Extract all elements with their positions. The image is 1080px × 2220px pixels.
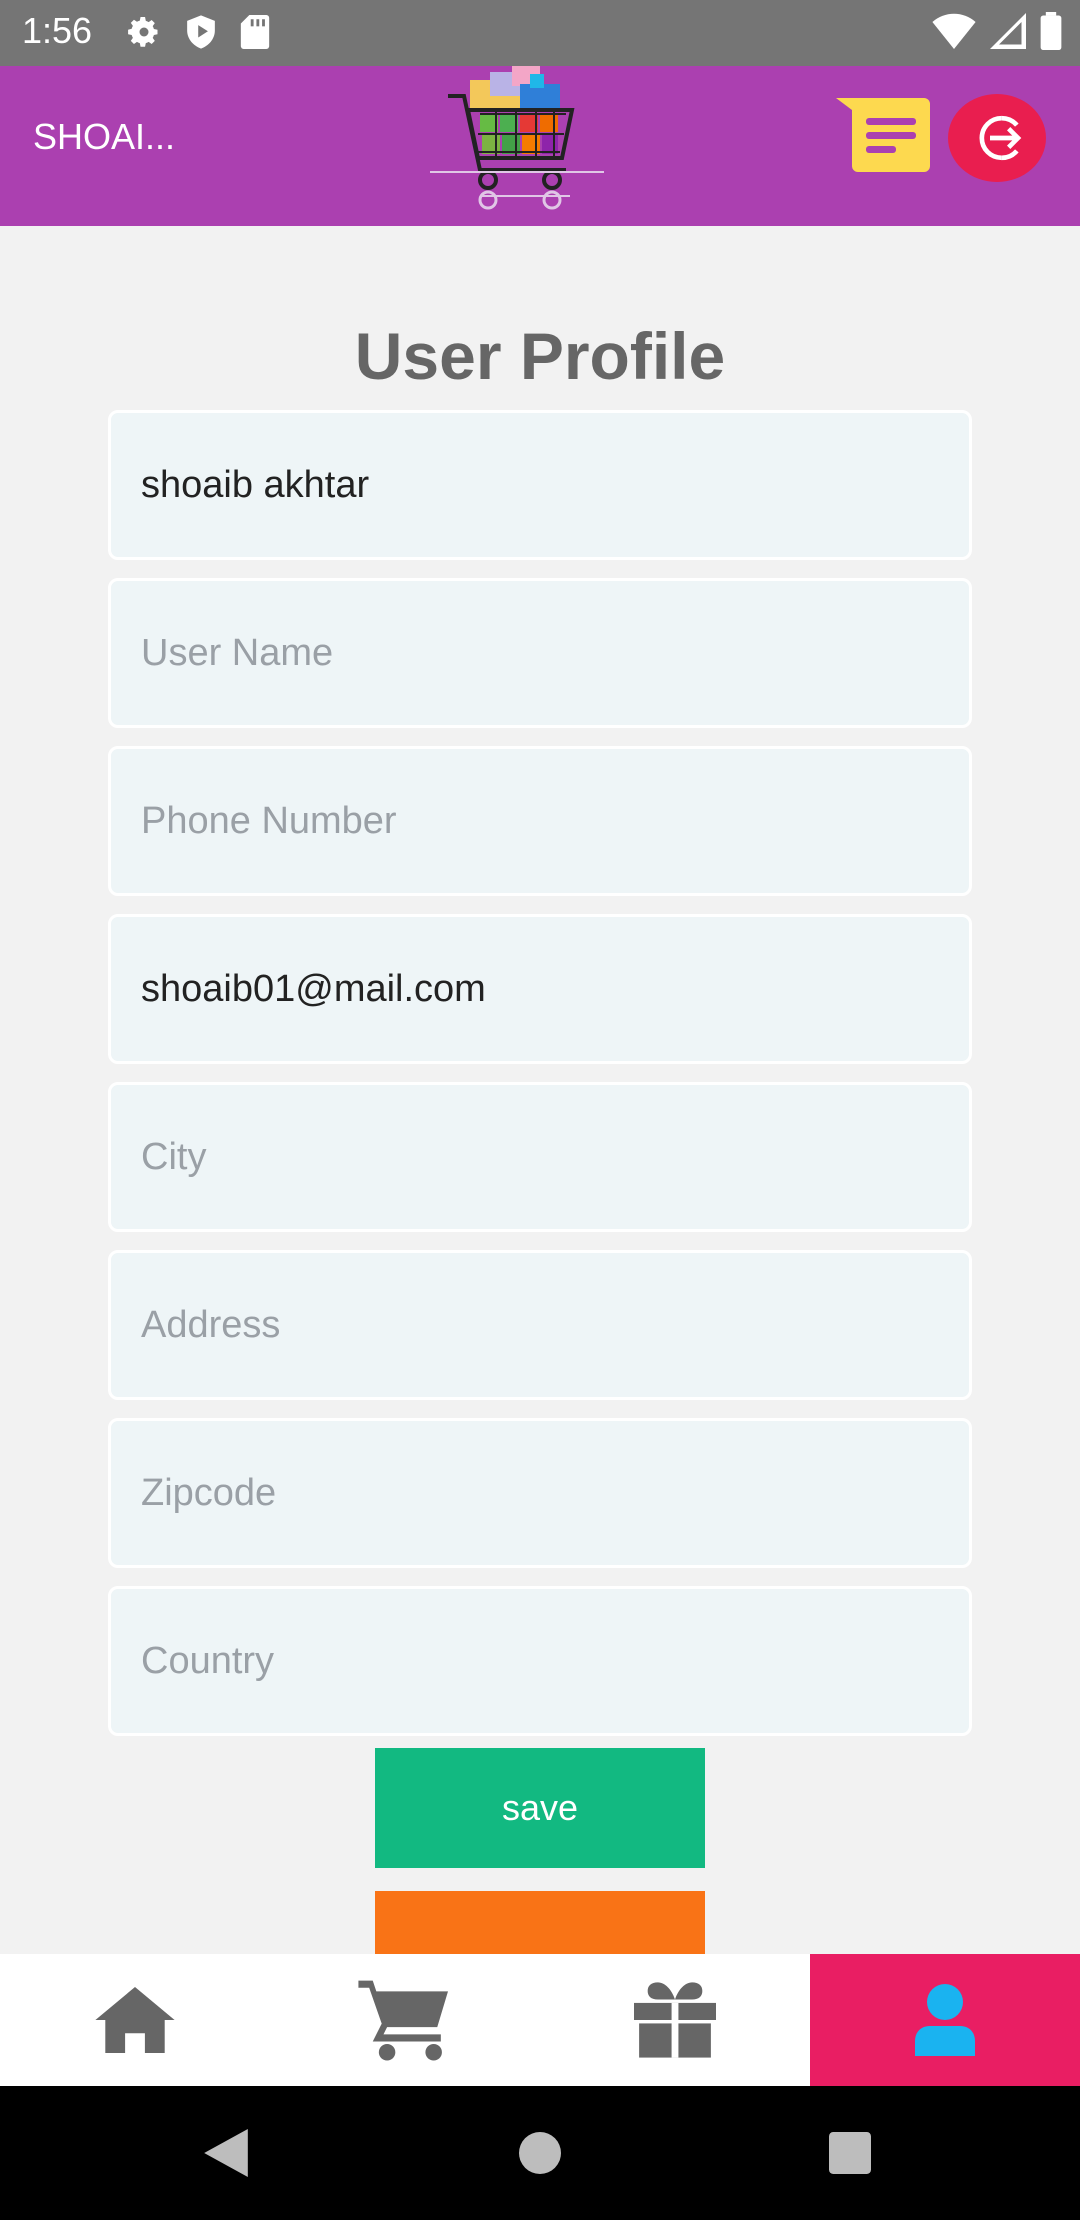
gift-icon [634, 1982, 716, 2058]
header-title: SHOAI... [33, 116, 176, 157]
battery-icon [1040, 12, 1062, 55]
phone-number-input[interactable] [111, 749, 969, 893]
full-name-input[interactable] [111, 413, 969, 557]
user-icon [915, 1984, 975, 2056]
signal-icon [990, 13, 1026, 54]
recents-icon [829, 2132, 871, 2174]
home-icon [95, 1987, 175, 2053]
system-nav-bar [0, 2086, 1080, 2220]
logout-icon-button[interactable] [948, 94, 1046, 182]
page-title: User Profile [354, 319, 726, 393]
full-name-field[interactable] [108, 410, 972, 560]
zipcode-input[interactable] [111, 1421, 969, 1565]
bottom-nav [0, 1954, 1080, 2086]
status-right-icons [932, 12, 1062, 55]
address-input[interactable] [111, 1253, 969, 1397]
nav-home[interactable] [0, 1954, 270, 2086]
email-input[interactable] [111, 917, 969, 1061]
nav-cart[interactable] [270, 1954, 540, 2086]
status-bar: 1:56 [0, 0, 1080, 66]
app-header: SHOAI... [0, 66, 1080, 226]
home-button[interactable] [480, 2086, 600, 2220]
back-icon [204, 2129, 248, 2177]
user-name-field[interactable] [108, 578, 972, 728]
logout-icon [979, 115, 1022, 161]
zipcode-field[interactable] [108, 1418, 972, 1568]
cart-icon [358, 1980, 448, 2061]
home-circle-icon [519, 2132, 561, 2174]
status-left-icons [126, 14, 270, 55]
user-name-input[interactable] [111, 581, 969, 725]
phone-number-field[interactable] [108, 746, 972, 896]
save-button[interactable]: save [375, 1748, 705, 1868]
address-field[interactable] [108, 1250, 972, 1400]
city-field[interactable] [108, 1082, 972, 1232]
email-field[interactable] [108, 914, 972, 1064]
back-button[interactable] [166, 2086, 286, 2220]
recents-button[interactable] [790, 2086, 910, 2220]
country-input[interactable] [111, 1589, 969, 1733]
nav-profile[interactable] [810, 1954, 1080, 2086]
notes-icon [836, 98, 930, 172]
nav-gift[interactable] [540, 1954, 810, 2086]
shopping-cart-logo [430, 66, 610, 216]
country-field[interactable] [108, 1586, 972, 1736]
gear-icon [126, 14, 162, 55]
sd-card-icon [240, 15, 270, 54]
wifi-icon [932, 13, 976, 54]
play-shield-icon [184, 14, 218, 55]
notes-button[interactable] [836, 96, 932, 176]
status-time: 1:56 [22, 10, 93, 51]
city-input[interactable] [111, 1085, 969, 1229]
